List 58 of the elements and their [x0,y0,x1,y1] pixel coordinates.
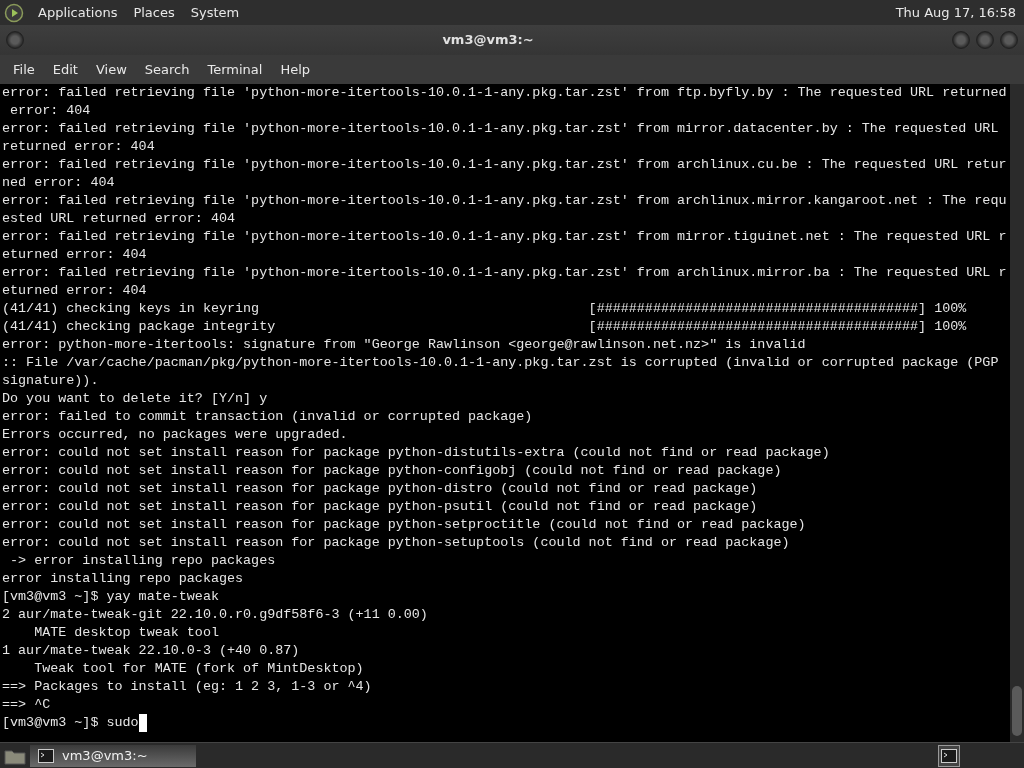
terminal-line: error installing repo packages [2,570,244,588]
terminal-icon [941,748,957,763]
terminal-line: (41/41) checking keys in keyring [########################################] 100% [2,300,967,318]
terminal-line: 2 aur/mate-tweak-git 22.10.0.r0.g9df58f6-3 (+11 0.00) [2,606,428,624]
terminal-line: returned error: 404 [2,138,155,156]
scrollbar-thumb[interactable] [1012,686,1022,736]
terminal-line: error: could not set install reason for package python-distro (could not find or read package) [2,480,758,498]
terminal-line: error: could not set install reason for package python-psutil (could not find or read package) [2,498,758,516]
terminal-line: ested URL returned error: 404 [2,210,236,228]
terminal-line: 1 aur/mate-tweak 22.10.0-3 (+40 0.87) [2,642,300,660]
terminal-line: Do you want to delete it? [Y/n] y [2,390,268,408]
terminal-line: eturned error: 404 [2,246,147,264]
window-title: vm3@vm3:~ [441,31,535,50]
window-menu-button[interactable] [6,31,24,49]
scrollbar[interactable] [1010,84,1024,742]
panel-menu[interactable]: System [188,2,242,23]
menu-item[interactable]: View [86,59,136,80]
task-button[interactable]: vm3@vm3:~ [30,744,196,767]
terminal-line: error: failed retrieving file 'python-more-itertools-10.0.1-1-any.pkg.tar.zst' from archlinux.mirror.ba : The requested URL r [2,264,1007,282]
terminal-line: error: could not set install reason for package python-configobj (could not find or read package) [2,462,782,480]
clock[interactable]: Thu Aug 17, 16:58 [895,2,1020,23]
terminal-line: :: File /var/cache/pacman/pkg/python-more-itertools-10.0.1-1-any.pkg.tar.zst is corrupted (invalid or corrupted package (PGP [2,354,999,372]
terminal-line: error: could not set install reason for package python-distutils-extra (could not find or read package) [2,444,830,462]
terminal-line: ==> Packages to install (eg: 1 2 3, 1-3 or ^4) [2,678,372,696]
panel-menu[interactable]: Places [131,2,177,23]
terminal-line: error: 404 [9,102,91,120]
terminal-line: Errors occurred, no packages were upgraded. [2,426,348,444]
logo-icon[interactable] [4,2,24,23]
terminal-line: [vm3@vm3 ~]$ yay mate-tweak [2,588,219,606]
terminal-line: error: failed retrieving file 'python-more-itertools-10.0.1-1-any.pkg.tar.zst' from mirror.tiguinet.net : The requested URL r [2,228,1007,246]
terminal-line: eturned error: 404 [2,282,147,300]
terminal-line: error: could not set install reason for package python-setuptools (could not find or read package) [2,534,790,552]
terminal-line: error: failed retrieving file 'python-more-itertools-10.0.1-1-any.pkg.tar.zst' from mirror.datacenter.by : The requested URL [2,120,999,138]
terminal-line: MATE desktop tweak tool [33,624,219,642]
terminal-line: -> error installing repo packages [9,552,276,570]
menu-item[interactable]: Terminal [198,59,272,80]
maximize-button[interactable] [976,31,994,49]
menu-item[interactable]: File [4,59,44,80]
terminal-line: ned error: 404 [2,174,115,192]
terminal-line: error: failed to commit transaction (invalid or corrupted package) [2,408,533,426]
terminal-line: signature)). [2,372,99,390]
tray-terminal-button[interactable] [938,744,960,767]
terminal-line: (41/41) checking package integrity [########################################] 100% [2,318,967,336]
terminal-line: Tweak tool for MATE (fork of MintDesktop) [33,660,364,678]
terminal-line: error: could not set install reason for package python-setproctitle (could not find or read package) [2,516,806,534]
close-button[interactable] [1000,31,1018,49]
menu-item[interactable]: Help [271,59,320,80]
terminal-line: error: failed retrieving file 'python-more-itertools-10.0.1-1-any.pkg.tar.zst' from archlinux.cu.be : The requested URL retur [2,156,1007,174]
terminal-line: [vm3@vm3 ~]$ sudo [2,714,139,732]
terminal-icon [38,748,54,763]
minimize-button[interactable] [952,31,970,49]
panel-menu[interactable]: Applications [36,2,120,23]
menu-item[interactable]: Search [135,59,199,80]
terminal-line: ==> ^C [2,696,51,714]
terminal-line: error: python-more-itertools: signature from "George Rawlinson <george@rawlinson.net.nz>" is invalid [2,336,806,354]
menu-item[interactable]: Edit [43,59,87,80]
terminal-line: error: failed retrieving file 'python-more-itertools-10.0.1-1-any.pkg.tar.zst' from ftp.byfly.by : The requested URL returned [2,84,1007,102]
terminal-line: error: failed retrieving file 'python-more-itertools-10.0.1-1-any.pkg.tar.zst' from archlinux.mirror.kangaroot.net : The requ [2,192,1007,210]
